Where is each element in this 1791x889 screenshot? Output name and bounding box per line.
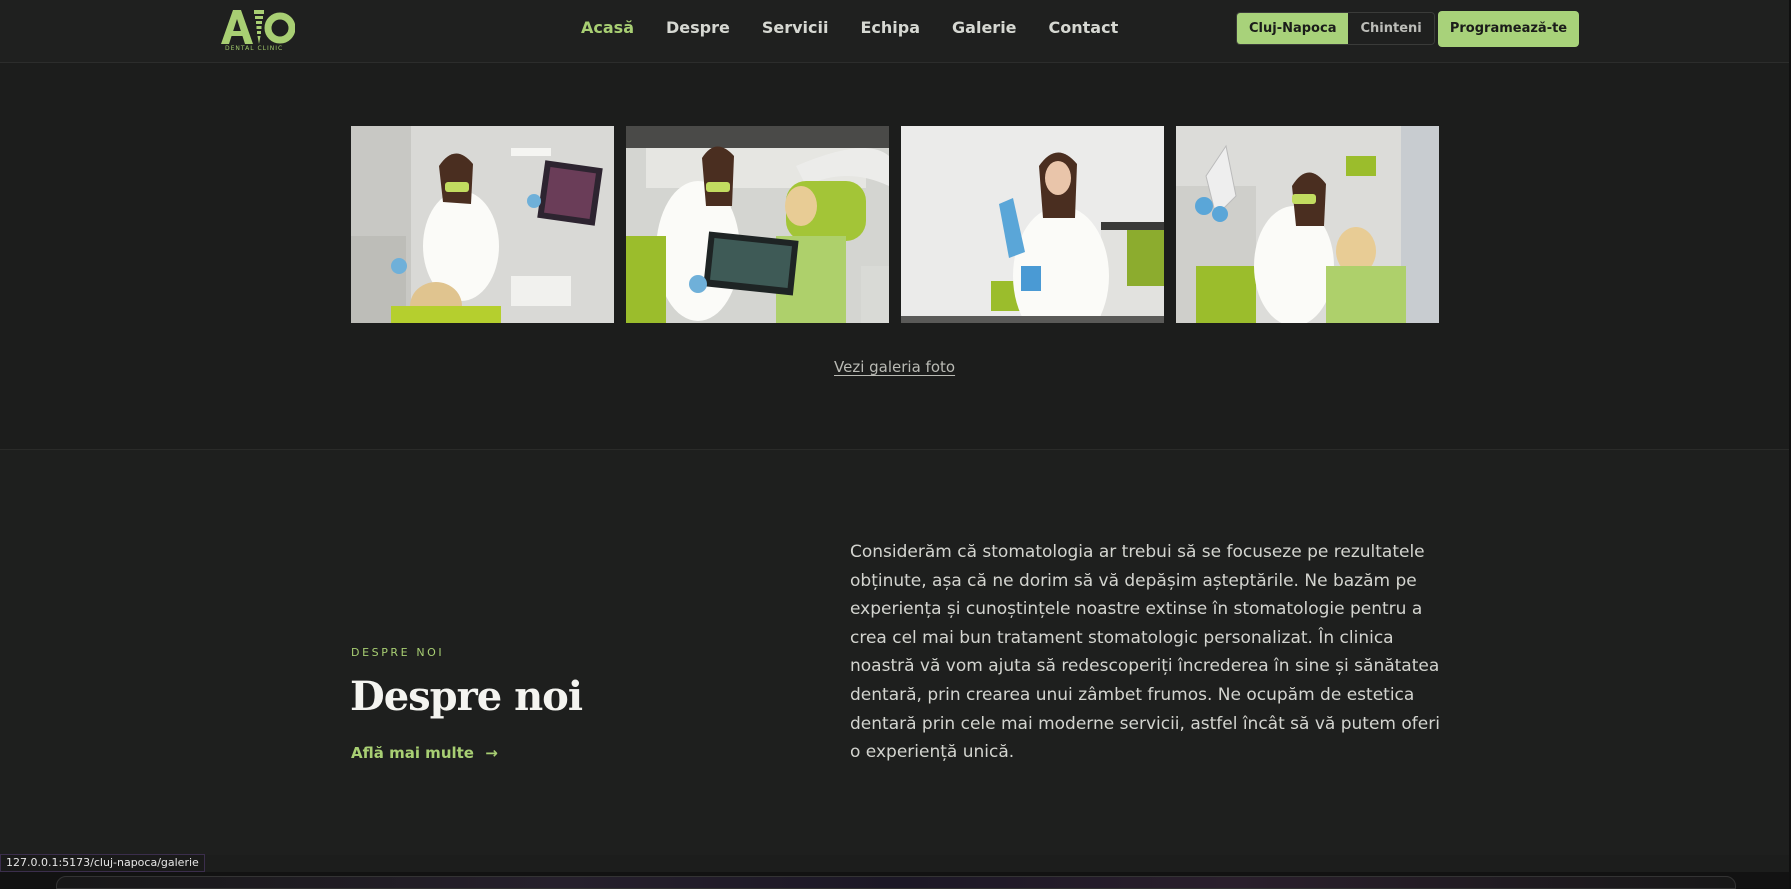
nav-galerie[interactable]: Galerie: [952, 18, 1017, 37]
location-cluj-napoca[interactable]: Cluj-Napoca: [1237, 13, 1349, 44]
nav-contact[interactable]: Contact: [1049, 18, 1119, 37]
location-toggle: Cluj-Napoca Chinteni: [1236, 12, 1435, 45]
gallery-photo[interactable]: [901, 126, 1164, 323]
gallery-photo[interactable]: [351, 126, 614, 323]
dock-bar: [56, 876, 1736, 889]
nav-servicii[interactable]: Servicii: [762, 18, 829, 37]
about-eyebrow: DESPRE NOI: [351, 646, 445, 659]
logo-subtitle: DENTAL CLINIC: [225, 45, 284, 52]
location-chinteni[interactable]: Chinteni: [1348, 13, 1434, 44]
gallery-photo[interactable]: [626, 126, 889, 323]
learn-more-label: Află mai multe: [351, 744, 474, 762]
nav-acasa[interactable]: Acasă: [581, 18, 634, 37]
book-appointment-button[interactable]: Programează-te: [1438, 11, 1579, 47]
about-title: Despre noi: [350, 673, 583, 720]
view-gallery-link[interactable]: Vezi galeria foto: [834, 358, 955, 376]
nav-despre[interactable]: Despre: [666, 18, 730, 37]
site-header: DENTAL CLINIC Acasă Despre Servicii Echi…: [0, 0, 1791, 63]
window-bottom: [0, 872, 1791, 889]
about-description: Considerăm că stomatologia ar trebui să …: [850, 542, 1440, 763]
nav-echipa[interactable]: Echipa: [860, 18, 920, 37]
main-nav: Acasă Despre Servicii Echipa Galerie Con…: [581, 18, 1150, 37]
learn-more-link[interactable]: Află mai multe →: [351, 744, 498, 762]
gallery-preview: [351, 126, 1439, 323]
gallery-photo[interactable]: [1176, 126, 1439, 323]
status-bar-url: 127.0.0.1:5173/cluj-napoca/galerie: [0, 854, 205, 872]
arrow-right-icon: →: [485, 744, 498, 762]
